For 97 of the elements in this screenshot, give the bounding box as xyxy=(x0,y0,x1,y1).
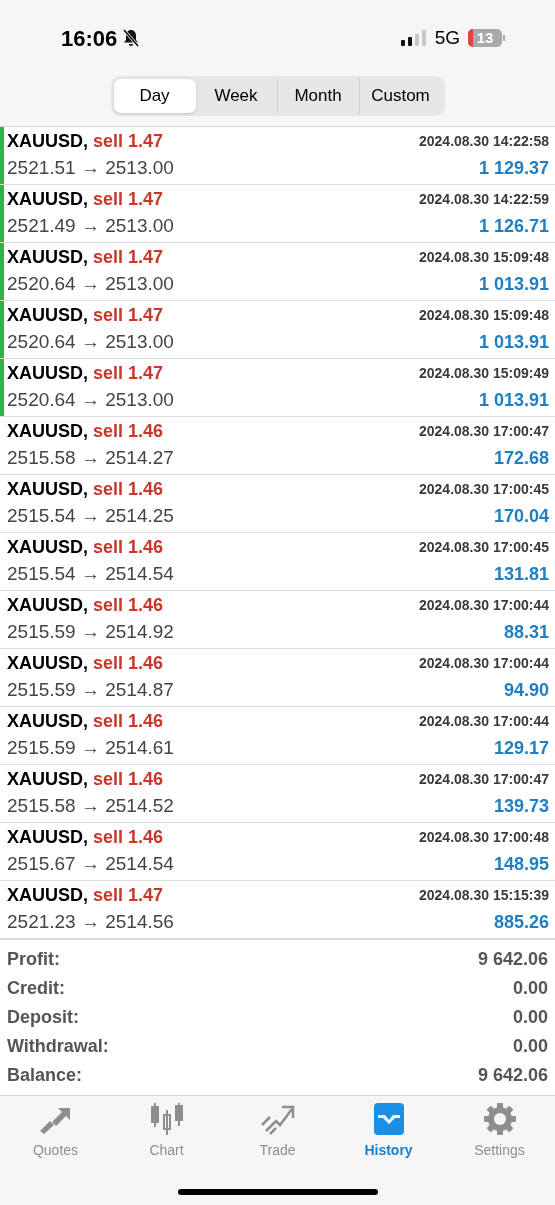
deal-order: sell 1.46 xyxy=(93,768,164,791)
deal-profit: 88.31 xyxy=(503,621,549,644)
deal-order: sell 1.46 xyxy=(93,478,164,501)
deal-order: sell 1.46 xyxy=(93,420,164,443)
deal-time: 2024.08.30 15:09:48 xyxy=(419,306,549,325)
deal-prices: 2515.59 → 2514.92 xyxy=(7,620,174,645)
deal-prices: 2515.58 → 2514.52 xyxy=(7,794,174,819)
deal-time: 2024.08.30 15:09:48 xyxy=(419,248,549,267)
deal-time: 2024.08.30 17:00:47 xyxy=(419,770,549,789)
deal-prices: 2515.58 → 2514.27 xyxy=(7,446,174,471)
deal-order: sell 1.46 xyxy=(93,710,164,733)
summary-value: 0.00 xyxy=(512,1006,548,1029)
deal-profit: 1 013.91 xyxy=(478,389,549,412)
deal-symbol: XAUUSD, xyxy=(7,130,88,153)
deal-profit: 170.04 xyxy=(493,505,549,528)
period-tab[interactable]: Custom xyxy=(359,79,442,113)
summary-label: Deposit: xyxy=(7,1006,79,1029)
trend-arrow-icon xyxy=(259,1103,296,1135)
deal-prices: 2515.67 → 2514.54 xyxy=(7,852,174,877)
period-tab[interactable]: Day xyxy=(113,79,196,113)
deal-order: sell 1.47 xyxy=(93,246,164,269)
bell-off-icon xyxy=(121,28,142,48)
deal-profit: 1 013.91 xyxy=(478,273,549,296)
deal-symbol: XAUUSD, xyxy=(7,478,88,501)
settings-icon xyxy=(482,1102,517,1136)
deal-time: 2024.08.30 15:09:49 xyxy=(419,364,549,383)
tab-bar-item[interactable]: History xyxy=(338,1102,439,1162)
deal-time: 2024.08.30 17:00:45 xyxy=(419,538,549,557)
deal-order: sell 1.46 xyxy=(93,594,164,617)
deal-symbol: XAUUSD, xyxy=(7,246,88,269)
deal-symbol: XAUUSD, xyxy=(7,188,88,211)
deal-profit: 148.95 xyxy=(493,853,549,876)
deal-time: 2024.08.30 17:00:47 xyxy=(419,422,549,441)
deal-prices: 2520.64 → 2513.00 xyxy=(7,272,174,297)
deal-order: sell 1.47 xyxy=(93,130,164,153)
summary-value: 9 642.06 xyxy=(477,948,548,971)
deal-profit: 1 129.37 xyxy=(478,157,549,180)
deal-symbol: XAUUSD, xyxy=(7,768,88,791)
deal-symbol: XAUUSD, xyxy=(7,594,88,617)
deal-order: sell 1.47 xyxy=(93,362,164,385)
deal-prices: 2515.54 → 2514.25 xyxy=(7,504,174,529)
deal-symbol: XAUUSD, xyxy=(7,826,88,849)
summary-value: 0.00 xyxy=(512,977,548,1000)
deal-time: 2024.08.30 17:00:44 xyxy=(419,596,549,615)
deal-order: sell 1.46 xyxy=(93,652,164,675)
deal-symbol: XAUUSD, xyxy=(7,304,88,327)
deal-prices: 2515.54 → 2514.54 xyxy=(7,562,174,587)
deal-profit: 139.73 xyxy=(493,795,549,818)
summary-value: 0.00 xyxy=(512,1035,548,1058)
deal-profit: 885.26 xyxy=(493,911,549,934)
summary-label: Withdrawal: xyxy=(7,1035,109,1058)
deal-order: sell 1.46 xyxy=(93,536,164,559)
deal-order: sell 1.47 xyxy=(93,304,164,327)
deal-time: 2024.08.30 17:00:48 xyxy=(419,828,549,847)
signal-icon xyxy=(400,30,427,46)
deal-order: sell 1.47 xyxy=(93,188,164,211)
summary-value: 9 642.06 xyxy=(477,1064,548,1087)
deal-profit: 172.68 xyxy=(493,447,549,470)
deal-symbol: XAUUSD, xyxy=(7,652,88,675)
deal-prices: 2515.59 → 2514.61 xyxy=(7,736,174,761)
deal-symbol: XAUUSD, xyxy=(7,884,88,907)
deal-symbol: XAUUSD, xyxy=(7,536,88,559)
battery-indicator: 13 xyxy=(468,29,505,47)
summary-label: Profit: xyxy=(7,948,60,971)
period-tab[interactable]: Week xyxy=(195,79,278,113)
deal-prices: 2521.51 → 2513.00 xyxy=(7,156,174,181)
summary-label: Balance: xyxy=(7,1064,83,1087)
deal-time: 2024.08.30 17:00:44 xyxy=(419,654,549,673)
deal-symbol: XAUUSD, xyxy=(7,362,88,385)
deal-order: sell 1.46 xyxy=(93,826,164,849)
deal-profit: 94.90 xyxy=(503,679,549,702)
deal-time: 2024.08.30 14:22:59 xyxy=(419,190,549,209)
candlestick-icon xyxy=(148,1102,185,1136)
tab-bar-item[interactable]: Settings xyxy=(449,1102,550,1162)
network-label: 5G xyxy=(434,25,460,50)
deal-symbol: XAUUSD, xyxy=(7,710,88,733)
deal-profit: 131.81 xyxy=(493,563,549,586)
tab-bar-item[interactable]: Trade xyxy=(227,1102,328,1162)
deal-profit: 1 013.91 xyxy=(478,331,549,354)
deal-time: 2024.08.30 15:15:39 xyxy=(419,886,549,905)
deal-prices: 2515.59 → 2514.87 xyxy=(7,678,174,703)
deal-profit: 1 126.71 xyxy=(478,215,549,238)
period-tab[interactable]: Month xyxy=(277,79,360,113)
deal-time: 2024.08.30 17:00:44 xyxy=(419,712,549,731)
deal-time: 2024.08.30 17:00:45 xyxy=(419,480,549,499)
tab-bar-item[interactable]: Quotes xyxy=(5,1102,106,1162)
deal-symbol: XAUUSD, xyxy=(7,420,88,443)
deal-prices: 2520.64 → 2513.00 xyxy=(7,388,174,413)
tab-bar-item[interactable]: Chart xyxy=(116,1102,217,1162)
status-time: 16:06 xyxy=(61,24,118,53)
summary-label: Credit: xyxy=(7,977,65,1000)
deal-profit: 129.17 xyxy=(493,737,549,760)
deal-order: sell 1.47 xyxy=(93,884,164,907)
deal-time: 2024.08.30 14:22:58 xyxy=(419,132,549,151)
deal-prices: 2521.23 → 2514.56 xyxy=(7,910,174,935)
deal-prices: 2521.49 → 2513.00 xyxy=(7,214,174,239)
deal-prices: 2520.64 → 2513.00 xyxy=(7,330,174,355)
